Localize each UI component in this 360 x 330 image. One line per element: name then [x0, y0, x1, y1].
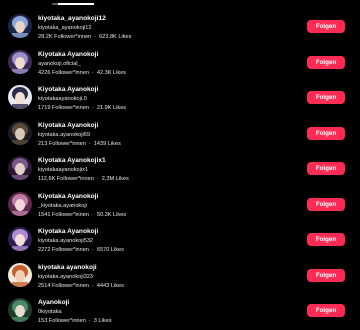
- account-list: kiyotaka_ayanokoji12 kiyotaka_ayanokoji1…: [0, 10, 360, 330]
- avatar[interactable]: [8, 120, 32, 145]
- account-handle: kiyotaka.ayanokoji69: [38, 131, 90, 138]
- account-handle: kiyotaka.ayanokoji323: [38, 273, 94, 280]
- avatar[interactable]: [8, 49, 32, 74]
- like-count: 6570 Likes: [96, 247, 124, 253]
- account-row[interactable]: Kiyotaka Ayanokoji kiyotaka.ayanokoji69 …: [0, 117, 360, 153]
- account-row[interactable]: Kiyotaka Ayanokoji kiyotaka.ayanokoji532…: [0, 223, 360, 259]
- like-count: 42.3K Likes: [96, 69, 127, 76]
- follow-button[interactable]: Folgen: [307, 91, 345, 104]
- separator-dot: ·: [88, 318, 91, 324]
- account-stats: 1541 Follower*innen · 50.3K Likes: [38, 212, 126, 218]
- account-name[interactable]: kiyotaka_ayanokoji12: [38, 15, 106, 22]
- account-row[interactable]: Kiyotaka Ayanokojix1 kiyotakaayanokojix1…: [0, 152, 360, 188]
- separator-dot: ·: [88, 140, 91, 147]
- follow-button[interactable]: Folgen: [307, 162, 345, 175]
- account-row[interactable]: Kiyotaka Ayanokoji _kiyotaka.ayanokoji 1…: [0, 188, 360, 224]
- follow-button[interactable]: Folgen: [307, 126, 345, 140]
- follower-count: 153 Follower*innen: [38, 318, 86, 324]
- separator-dot: ·: [92, 247, 94, 253]
- account-stats: 1719 Follower*innen · 21.9K Likes: [38, 105, 126, 111]
- account-handle: kiyotaka.ayanokoji532: [38, 238, 94, 244]
- tab-bar: [0, 0, 360, 6]
- avatar[interactable]: [8, 262, 32, 287]
- avatar[interactable]: [8, 14, 32, 38]
- like-count: 2,3M Likes: [101, 176, 129, 182]
- follower-count: 4226 Follower*innen: [38, 69, 89, 76]
- account-name[interactable]: Kiyotaka Ayanokoji: [38, 51, 98, 58]
- account-row[interactable]: Kiyotaka Ayanokoji kiyotakaayanokoji.0 1…: [0, 81, 360, 117]
- account-name[interactable]: Kiyotaka Ayanokoji: [38, 193, 98, 200]
- account-stats: 153 Follower*innen · 3 Likes: [38, 318, 112, 324]
- account-handle: kiyotaka_ayanokoji12: [38, 25, 92, 31]
- follow-button[interactable]: Folgen: [307, 55, 345, 69]
- separator-dot: ·: [92, 69, 94, 76]
- account-row[interactable]: kiyotaka ayanokoji kiyotaka.ayanokoji323…: [0, 259, 360, 295]
- like-count: 3 Likes: [93, 318, 112, 324]
- account-handle: kiyotakaayanokoji.0: [38, 96, 87, 102]
- account-stats: 2272 Follower*innen · 6570 Likes: [38, 247, 124, 253]
- follow-button[interactable]: Folgen: [307, 197, 345, 211]
- follower-count: 112,6K Follower*innen: [38, 176, 94, 182]
- account-stats: 2514 Follower*innen · 4443 Likes: [38, 283, 124, 289]
- follower-count: 28.2K Follower*innen: [38, 34, 92, 40]
- account-stats: 28.2K Follower*innen · 623.8K Likes: [38, 34, 131, 40]
- account-row[interactable]: Ayanokoji 0kiyotaka 153 Follower*innen · 3…: [0, 294, 360, 330]
- avatar[interactable]: [8, 191, 32, 216]
- separator-dot: ·: [94, 34, 97, 40]
- follower-count: 213 Follower*innen: [38, 140, 86, 147]
- account-stats: 213 Follower*innen · 1439 Likes: [38, 141, 121, 147]
- account-name[interactable]: Kiyotaka Ayanokoji: [38, 122, 98, 129]
- follow-button[interactable]: Folgen: [307, 233, 345, 246]
- like-count: 21.9K Likes: [96, 105, 127, 111]
- separator-dot: ·: [96, 176, 99, 182]
- account-handle: _kiyotaka.ayanokoji: [38, 202, 87, 209]
- account-row[interactable]: kiyotaka_ayanokoji12 kiyotaka_ayanokoji1…: [0, 10, 360, 46]
- avatar[interactable]: [8, 156, 32, 180]
- follow-button[interactable]: Folgen: [307, 304, 345, 317]
- like-count: 4443 Likes: [96, 282, 124, 289]
- account-name[interactable]: Kiyotaka Ayanokoji: [38, 86, 98, 93]
- like-count: 623.8K Likes: [99, 34, 132, 40]
- account-handle: ayanokoji.oficial_: [38, 60, 81, 67]
- avatar[interactable]: [8, 227, 32, 251]
- account-stats: 4226 Follower*innen · 42.3K Likes: [38, 70, 126, 76]
- follower-count: 2514 Follower*innen: [38, 282, 89, 289]
- avatar[interactable]: [8, 298, 32, 322]
- account-name[interactable]: kiyotaka ayanokoji: [38, 264, 97, 271]
- account-stats: 112,6K Follower*innen · 2,3M Likes: [38, 176, 129, 182]
- follower-count: 1541 Follower*innen: [38, 211, 89, 218]
- account-row[interactable]: Kiyotaka Ayanokoji ayanokoji.oficial_ 42…: [0, 46, 360, 82]
- separator-dot: ·: [92, 105, 94, 111]
- account-handle: 0kiyotaka: [38, 309, 62, 315]
- account-name[interactable]: Kiyotaka Ayanokoji: [38, 228, 98, 235]
- follow-button[interactable]: Folgen: [307, 268, 345, 282]
- separator-dot: ·: [92, 282, 94, 289]
- like-count: 1439 Likes: [93, 140, 121, 147]
- separator-dot: ·: [92, 211, 94, 218]
- follower-count: 2272 Follower*innen: [38, 247, 89, 253]
- account-handle: kiyotakaayanokojix1: [38, 167, 89, 173]
- like-count: 50.3K Likes: [96, 211, 127, 218]
- follow-button[interactable]: Folgen: [307, 20, 345, 33]
- follower-count: 1719 Follower*innen: [38, 105, 89, 111]
- account-name[interactable]: Kiyotaka Ayanokojix1: [38, 157, 106, 164]
- account-name[interactable]: Ayanokoji: [38, 299, 69, 306]
- avatar[interactable]: [8, 85, 32, 109]
- active-tab-indicator-highlight: [58, 3, 94, 5]
